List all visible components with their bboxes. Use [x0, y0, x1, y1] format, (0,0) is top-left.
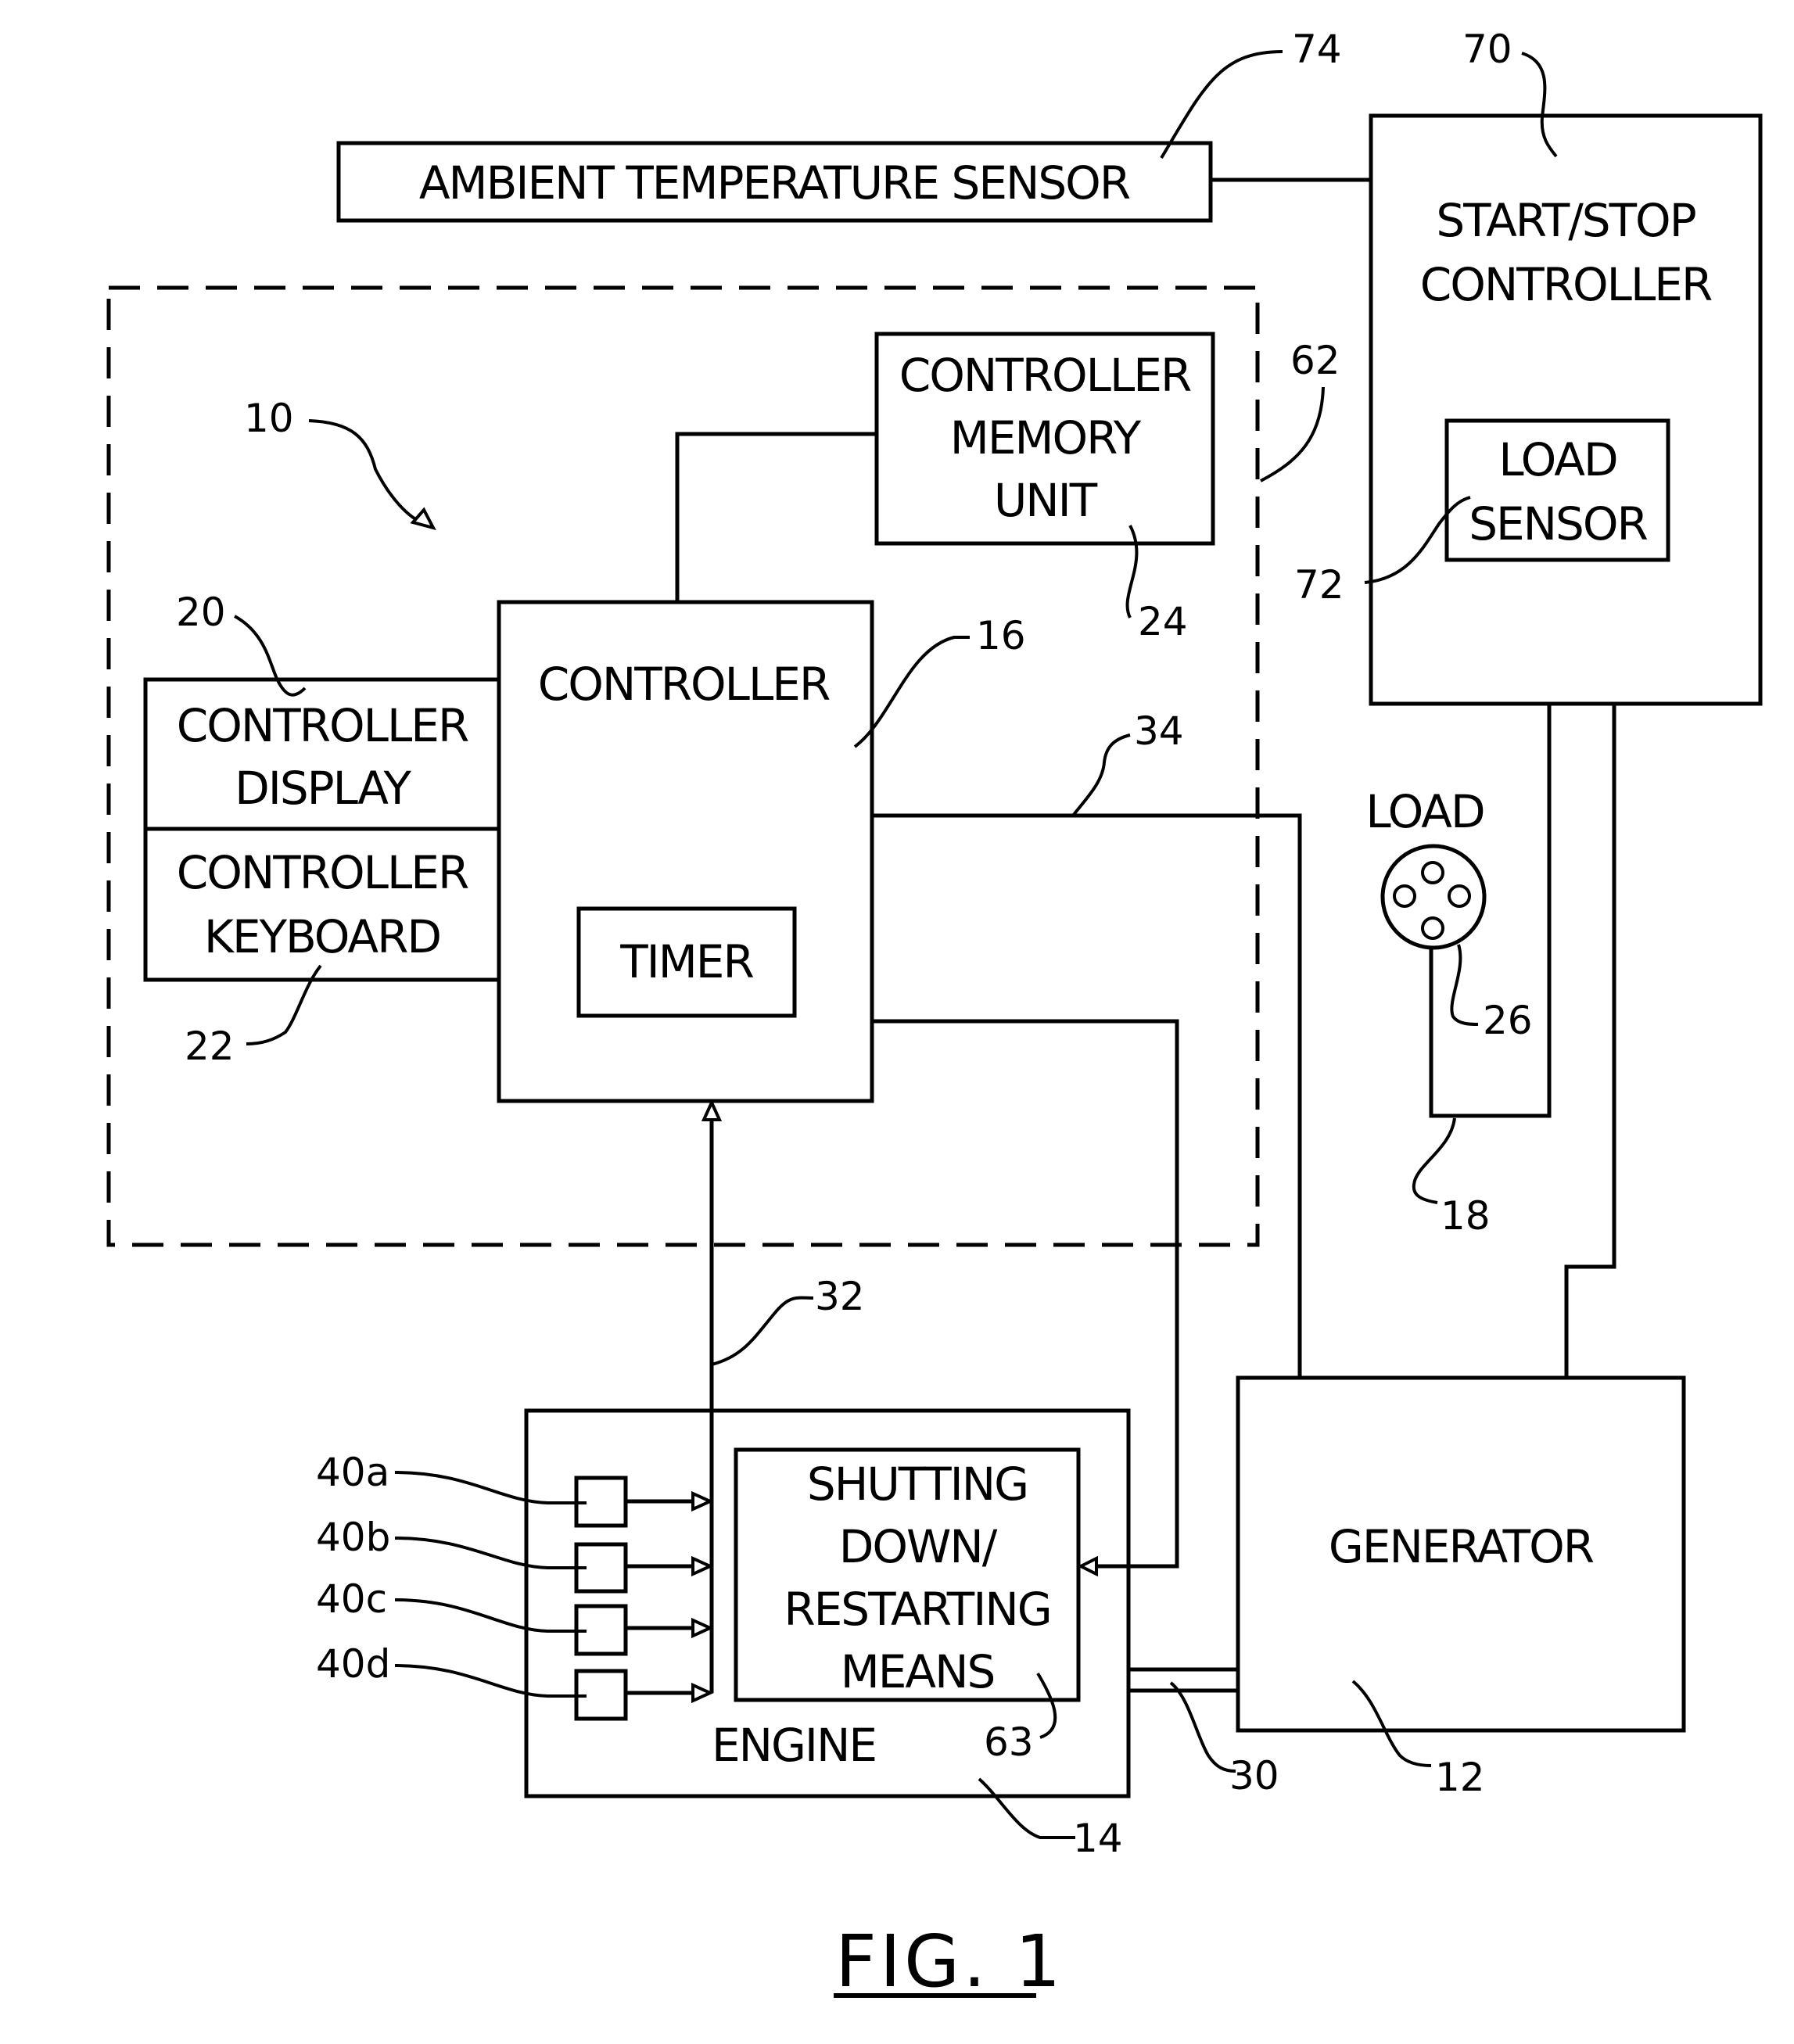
memory-unit-block: CONTROLLER MEMORY UNIT: [874, 332, 1215, 546]
ref-62: 62: [1290, 338, 1340, 383]
memory-line-2: MEMORY: [950, 411, 1142, 464]
ref-20: 20: [176, 590, 226, 635]
start-stop-line-1: START/STOP: [1436, 194, 1695, 247]
leader-30: [1169, 1681, 1236, 1773]
leader-34: [1071, 733, 1131, 817]
ambient-temperature-sensor-block: AMBIENT TEMPERATURE SENSOR: [336, 141, 1213, 223]
shutdown-line-4: MEANS: [841, 1645, 995, 1698]
shutdown-line-3: RESTARTING: [784, 1583, 1050, 1636]
controller-label: CONTROLLER: [538, 658, 830, 711]
shutdown-line-2: DOWN/: [839, 1520, 998, 1573]
load-label: LOAD: [1365, 785, 1484, 838]
timer-label: TIMER: [619, 935, 753, 988]
outlet-pin-right: [1448, 884, 1471, 908]
ref-16: 16: [976, 613, 1026, 658]
controller-block: CONTROLLER TIMER: [497, 600, 874, 1103]
arrow-40b-icon: [691, 1555, 714, 1577]
figure-caption: FIG. 1: [835, 1920, 1064, 2003]
sensor-group: 40a 40b 40c 40d: [316, 1450, 714, 1721]
leader-20: [234, 615, 307, 697]
ref-74: 74: [1292, 27, 1342, 72]
ref-22: 22: [185, 1024, 235, 1069]
generator-block: GENERATOR: [1236, 1375, 1686, 1733]
start-stop-controller-block: START/STOP CONTROLLER LOAD SENSOR: [1369, 113, 1763, 706]
engine-generator-shaft: [1128, 1667, 1238, 1693]
leader-40b: [394, 1537, 587, 1569]
leader-32: [711, 1296, 814, 1366]
load-sensor-line-1: LOAD: [1498, 433, 1616, 486]
ref-34: 34: [1134, 708, 1184, 754]
arrow-40a-icon: [691, 1490, 714, 1512]
leader-10: [308, 419, 427, 525]
controller-to-generator-wire: [872, 813, 1302, 1378]
engine-block: ENGINE SHUTTING DOWN/ RESTARTING MEANS 6…: [524, 1408, 1131, 1798]
leader-70: [1521, 52, 1558, 158]
leader-14: [978, 1777, 1075, 1839]
leader-40c: [394, 1598, 587, 1633]
leader-40a: [394, 1471, 587, 1504]
shutdown-line-1: SHUTTING: [807, 1458, 1028, 1511]
ref-30: 30: [1229, 1753, 1279, 1798]
keyboard-block: CONTROLLER KEYBOARD: [143, 827, 501, 982]
memory-line-1: CONTROLLER: [899, 349, 1191, 402]
arrow-40d-icon: [691, 1682, 714, 1704]
leader-26: [1450, 944, 1479, 1026]
outlet-pin-left: [1393, 884, 1416, 908]
ref-26: 26: [1483, 998, 1533, 1043]
arrow-10-icon: [410, 507, 436, 531]
controller-to-memory-wire: [675, 432, 877, 602]
display-block: CONTROLLER DISPLAY: [143, 677, 501, 831]
arrow-40c-icon: [691, 1617, 714, 1639]
load-circuit-wire: [1429, 704, 1552, 1118]
keyboard-line-1: CONTROLLER: [177, 846, 468, 899]
engine-label: ENGINE: [712, 1719, 876, 1772]
arrow-to-controller-icon: [701, 1099, 723, 1121]
leader-63: [1036, 1672, 1057, 1739]
arrow-to-shutdown-icon: [1077, 1555, 1098, 1577]
ref-12: 12: [1435, 1755, 1485, 1800]
ref-32: 32: [815, 1274, 865, 1319]
ref-24: 24: [1138, 599, 1188, 644]
ambient-sensor-label: AMBIENT TEMPERATURE SENSOR: [419, 156, 1130, 210]
leader-72: [1364, 496, 1471, 584]
outlet-pin-bottom: [1421, 916, 1444, 940]
keyboard-line-2: KEYBOARD: [204, 910, 440, 963]
load-outlet: LOAD: [1365, 785, 1487, 950]
generator-label: GENERATOR: [1329, 1520, 1594, 1573]
ref-40b: 40b: [316, 1515, 390, 1560]
outlet-pin-top: [1421, 861, 1444, 884]
ref-40d: 40d: [316, 1641, 390, 1687]
leader-24: [1125, 525, 1139, 619]
leader-12: [1351, 1680, 1432, 1767]
patent-figure: AMBIENT TEMPERATURE SENSOR 74 START/STOP…: [106, 27, 1763, 2003]
ref-40c: 40c: [316, 1576, 387, 1622]
ref-70: 70: [1462, 27, 1512, 72]
display-line-2: DISPLAY: [235, 762, 411, 815]
load-sensor-line-2: SENSOR: [1469, 497, 1647, 550]
start-stop-line-2: CONTROLLER: [1420, 258, 1712, 311]
ref-18: 18: [1441, 1193, 1491, 1239]
ref-14: 14: [1073, 1816, 1123, 1861]
leader-22: [246, 964, 322, 1045]
ref-40a: 40a: [316, 1450, 389, 1495]
leader-40d: [394, 1664, 587, 1698]
leader-18: [1412, 1117, 1456, 1204]
display-line-1: CONTROLLER: [177, 699, 468, 752]
startstop-to-generator-wire: [1564, 704, 1616, 1378]
ref-72: 72: [1294, 562, 1344, 608]
leader-62: [1260, 386, 1325, 482]
ref-63: 63: [984, 1719, 1034, 1765]
memory-line-3: UNIT: [994, 474, 1098, 527]
ref-10: 10: [244, 396, 294, 441]
